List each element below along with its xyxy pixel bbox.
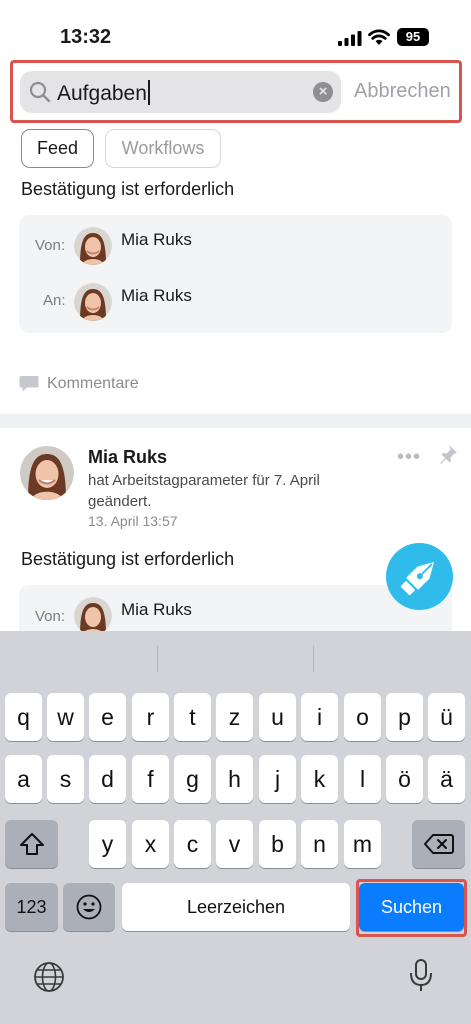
- key-i[interactable]: i: [301, 693, 338, 741]
- suggestion-divider: [157, 646, 158, 672]
- text-caret: [147, 80, 150, 105]
- comment-icon: [19, 376, 39, 392]
- key-a[interactable]: a: [5, 755, 42, 803]
- key-ue[interactable]: ü: [428, 693, 465, 741]
- key-w[interactable]: w: [47, 693, 84, 741]
- emoji-icon: [76, 894, 102, 920]
- backspace-icon: [423, 834, 454, 854]
- key-g[interactable]: g: [174, 755, 211, 803]
- post-title: Bestätigung ist erforderlich: [21, 549, 235, 569]
- key-v[interactable]: v: [216, 820, 253, 868]
- search-key-highlight: [356, 879, 467, 937]
- microphone-icon[interactable]: [408, 958, 434, 994]
- key-c[interactable]: c: [174, 820, 211, 868]
- key-o[interactable]: o: [344, 693, 381, 741]
- key-s[interactable]: s: [47, 755, 84, 803]
- battery-indicator: 95: [397, 28, 429, 46]
- status-time: 13:32: [60, 26, 112, 48]
- post-timestamp: 13. April 13:57: [88, 513, 178, 529]
- key-d[interactable]: d: [89, 755, 126, 803]
- key-ae[interactable]: ä: [428, 755, 465, 803]
- recipient-name[interactable]: Mia Ruks: [121, 286, 192, 306]
- key-t[interactable]: t: [174, 693, 211, 741]
- key-oe[interactable]: ö: [386, 755, 423, 803]
- space-key[interactable]: Leerzeichen: [122, 883, 350, 931]
- key-p[interactable]: p: [386, 693, 423, 741]
- post-author[interactable]: Mia Ruks: [88, 447, 167, 468]
- key-b[interactable]: b: [259, 820, 296, 868]
- globe-icon[interactable]: [33, 961, 65, 993]
- numbers-key[interactable]: 123: [5, 883, 58, 931]
- key-r[interactable]: r: [132, 693, 169, 741]
- search-icon: [29, 81, 51, 103]
- key-x[interactable]: x: [132, 820, 169, 868]
- clear-search-icon[interactable]: ×: [313, 82, 333, 102]
- sender-name[interactable]: Mia Ruks: [121, 600, 192, 620]
- pin-icon[interactable]: [438, 444, 458, 464]
- filter-chip-workflows[interactable]: Workflows: [105, 129, 221, 168]
- status-bar: 13:32 95: [0, 0, 471, 56]
- from-label: Von:: [35, 608, 66, 625]
- key-l[interactable]: l: [344, 755, 381, 803]
- avatar[interactable]: [74, 283, 112, 321]
- key-k[interactable]: k: [301, 755, 338, 803]
- comments-link[interactable]: Kommentare: [47, 375, 139, 393]
- key-n[interactable]: n: [301, 820, 338, 868]
- avatar[interactable]: [74, 597, 112, 635]
- pen-nib-icon: [400, 562, 434, 596]
- post-title: Bestätigung ist erforderlich: [21, 179, 235, 199]
- key-h[interactable]: h: [216, 755, 253, 803]
- emoji-key[interactable]: [63, 883, 115, 931]
- backspace-key[interactable]: [412, 820, 465, 868]
- author-avatar[interactable]: [20, 446, 74, 500]
- feed-divider: [0, 414, 471, 428]
- more-options-icon[interactable]: •••: [397, 446, 421, 469]
- suggestion-divider: [313, 646, 314, 672]
- cancel-button[interactable]: Abbrechen: [354, 80, 451, 103]
- key-z[interactable]: z: [216, 693, 253, 741]
- search-input-value[interactable]: Aufgaben: [57, 80, 150, 106]
- key-y[interactable]: y: [89, 820, 126, 868]
- key-m[interactable]: m: [344, 820, 381, 868]
- avatar[interactable]: [74, 227, 112, 265]
- compose-button[interactable]: [386, 543, 453, 610]
- shift-icon: [19, 833, 44, 855]
- cellular-signal-icon: [338, 31, 362, 46]
- key-f[interactable]: f: [132, 755, 169, 803]
- to-label: An:: [43, 292, 66, 309]
- sender-name[interactable]: Mia Ruks: [121, 230, 192, 250]
- key-j[interactable]: j: [259, 755, 296, 803]
- from-label: Von:: [35, 237, 66, 254]
- shift-key[interactable]: [5, 820, 58, 868]
- key-q[interactable]: q: [5, 693, 42, 741]
- wifi-icon: [368, 29, 390, 45]
- filter-chip-feed[interactable]: Feed: [21, 129, 94, 168]
- key-e[interactable]: e: [89, 693, 126, 741]
- post-action-text: hat Arbeitstagparameter für 7. April geä…: [88, 472, 320, 510]
- key-u[interactable]: u: [259, 693, 296, 741]
